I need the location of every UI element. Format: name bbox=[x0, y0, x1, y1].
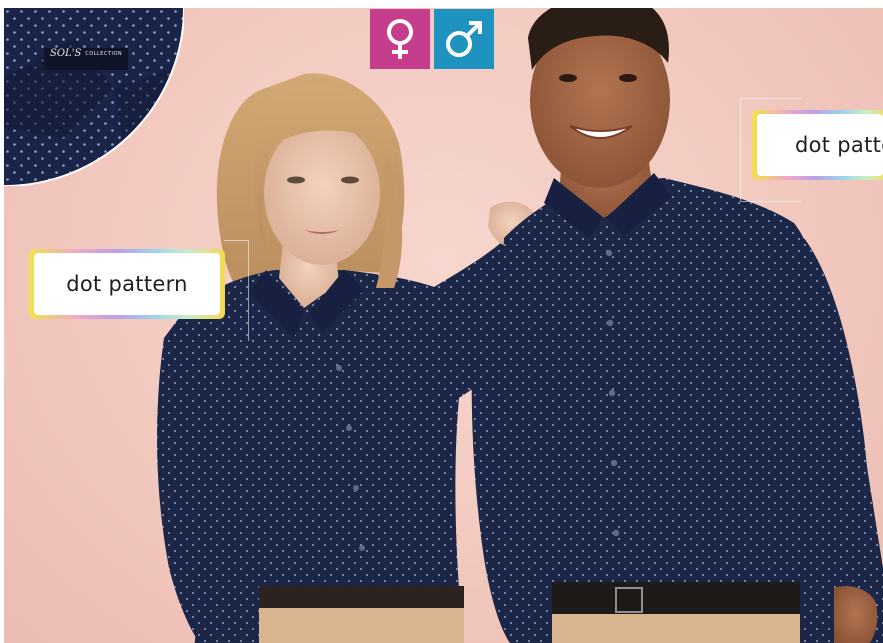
fabric-detail-inset: SOL'S COLLECTION bbox=[4, 8, 184, 186]
brand-logo-sub: COLLECTION bbox=[85, 50, 123, 57]
male-filter-button[interactable] bbox=[434, 9, 494, 69]
woman-trousers bbox=[259, 608, 464, 643]
male-symbol-icon bbox=[446, 21, 482, 57]
woman-face bbox=[264, 121, 380, 265]
female-filter-button[interactable] bbox=[370, 9, 430, 69]
callout-dot-pattern-left: dot pattern bbox=[34, 253, 220, 315]
product-page: SOL'S COLLECTION dot pattern dot patte bbox=[0, 0, 883, 643]
man-belt bbox=[552, 582, 800, 614]
brand-logo-text: SOL'S bbox=[50, 48, 82, 59]
callout-label: dot patte bbox=[795, 133, 883, 157]
woman-belt bbox=[259, 586, 464, 608]
man-trousers bbox=[552, 614, 800, 643]
callout-dot-pattern-right: dot patte bbox=[757, 114, 883, 176]
fabric-detail-image bbox=[4, 8, 184, 186]
callout-label: dot pattern bbox=[66, 272, 188, 296]
female-symbol-icon bbox=[387, 19, 413, 59]
callout-connector-1 bbox=[224, 240, 249, 341]
